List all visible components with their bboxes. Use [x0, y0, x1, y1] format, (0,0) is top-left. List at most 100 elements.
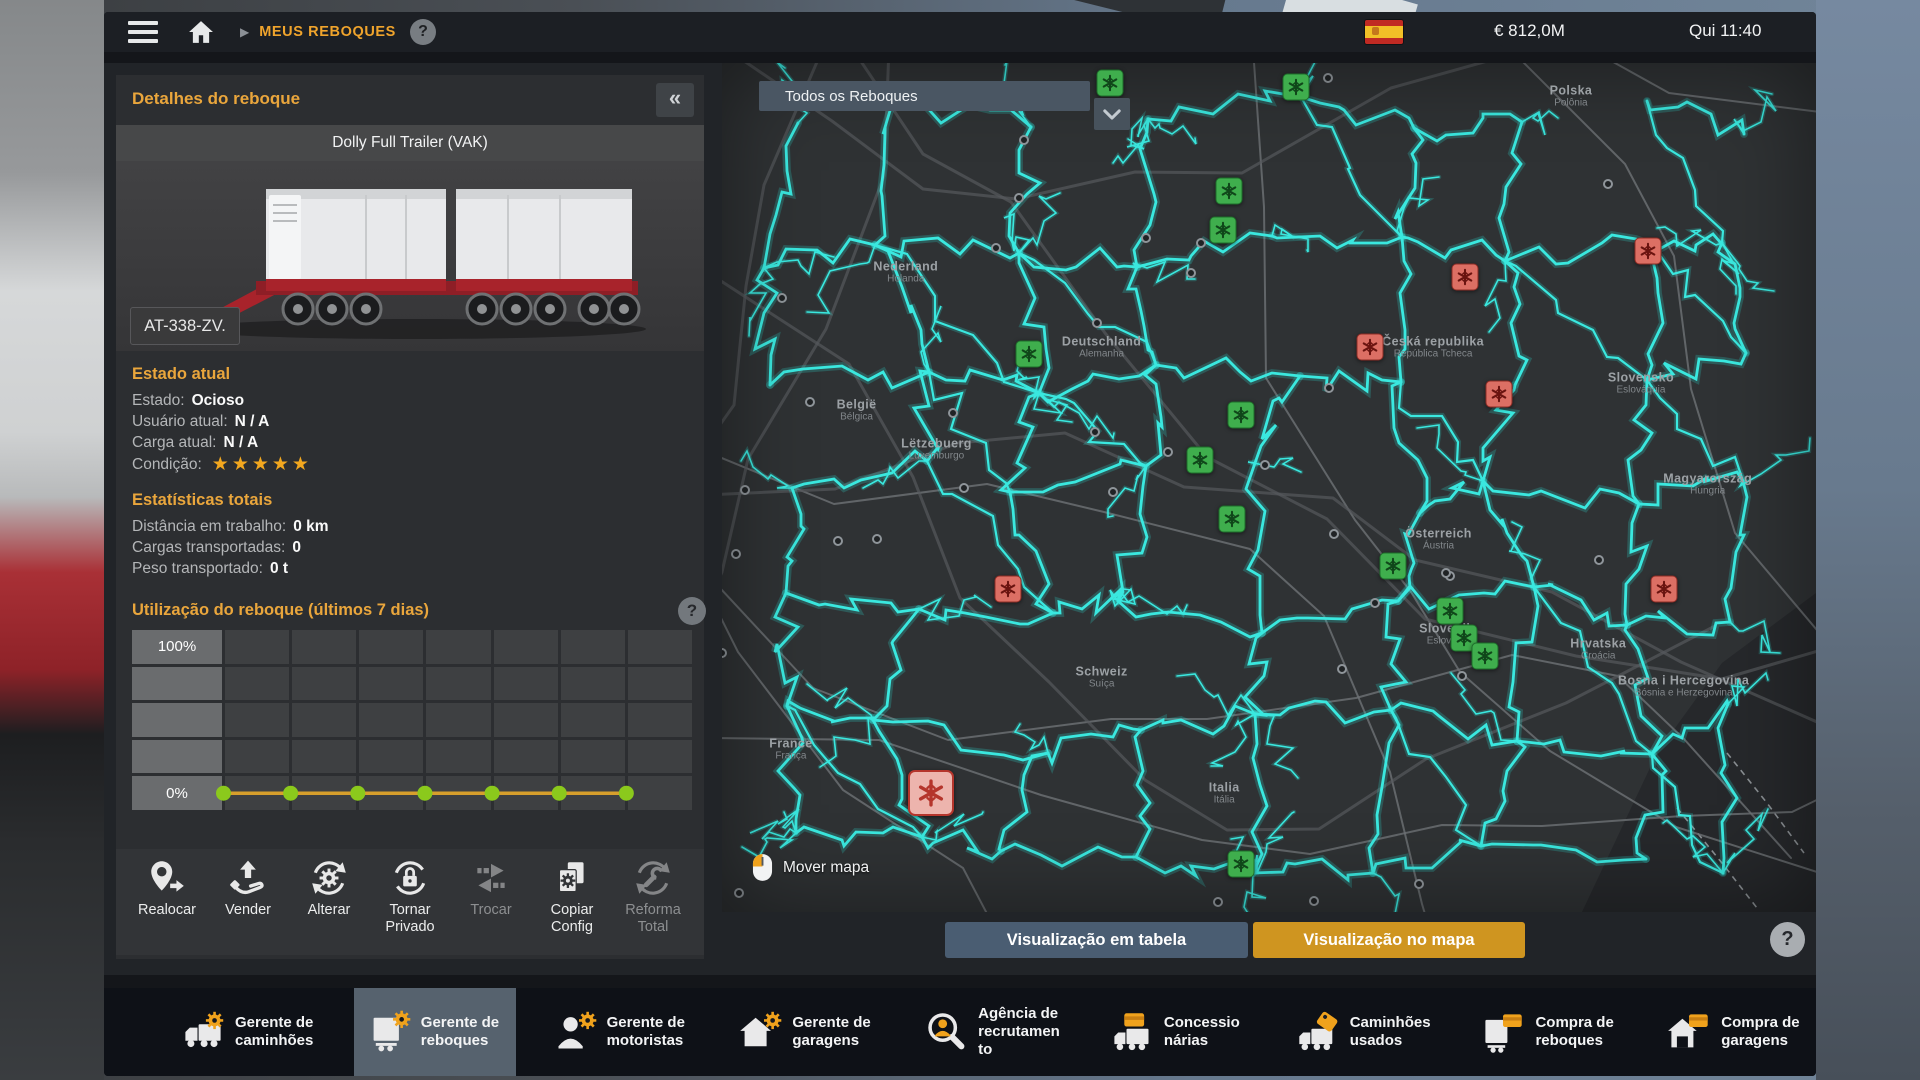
- trailer-purchase-icon: [1481, 1010, 1525, 1054]
- chart-cell: [292, 667, 356, 701]
- sell-icon: [227, 857, 269, 899]
- menu-button[interactable]: [128, 21, 158, 43]
- trailer-name: Dolly Full Trailer (VAK): [116, 125, 704, 161]
- trailer-marker-green[interactable]: [1097, 70, 1124, 97]
- collapse-panel-button[interactable]: «: [656, 83, 694, 117]
- nav-item-label: Gerente de reboques: [421, 1014, 503, 1050]
- nav-item-garage-manager[interactable]: Gerente de garagens: [725, 988, 887, 1076]
- copy-config-icon: [551, 857, 593, 899]
- nav-item-driver-manager[interactable]: Gerente de motoristas: [540, 988, 702, 1076]
- utilization-section: Utilização do reboque (últimos 7 dias) ?: [116, 601, 704, 620]
- trailer-marker-green[interactable]: [1471, 643, 1498, 670]
- info-label: Cargas transportadas:: [132, 537, 285, 558]
- trailer-marker-green[interactable]: [1016, 341, 1043, 368]
- map-canvas: [722, 63, 1816, 912]
- nav-item-recruitment[interactable]: Agência de recrutamento: [911, 988, 1073, 1076]
- trailer-marker-green[interactable]: [1227, 851, 1254, 878]
- trailer-marker-green[interactable]: [1283, 73, 1310, 100]
- chart-cell: [561, 667, 625, 701]
- nav-item-dealer[interactable]: Concessionárias: [1097, 988, 1259, 1076]
- action-label: Realocar: [138, 902, 196, 919]
- map-view-button[interactable]: Visualização no mapa: [1253, 922, 1525, 958]
- spain-flag-icon: [1365, 20, 1403, 44]
- nav-item-garage-purchase[interactable]: Compra de garagens: [1654, 988, 1816, 1076]
- chart-cell: [359, 740, 423, 774]
- section-title-stats: Estatísticas totais: [132, 491, 688, 510]
- chart-cell: [225, 667, 289, 701]
- license-plate: AT-338-ZV.: [130, 307, 240, 345]
- action-lock-button[interactable]: Tornar Privado: [371, 857, 449, 949]
- chart-axis-cell: [132, 740, 222, 774]
- swap-icon: [470, 857, 512, 899]
- trailer-marker-green[interactable]: [1210, 217, 1237, 244]
- nav-item-trailer-manager[interactable]: Gerente de reboques: [354, 988, 516, 1076]
- modify-icon: [308, 857, 350, 899]
- trailer-marker-green[interactable]: [1227, 402, 1254, 429]
- bottom-nav: Gerente de caminhões Gerente de reboques…: [104, 988, 1816, 1076]
- garage-manager-icon: [738, 1010, 782, 1054]
- chart-cell: [628, 740, 692, 774]
- info-label: Distância em trabalho:: [132, 516, 286, 537]
- trailer-marker-green[interactable]: [1436, 597, 1463, 624]
- snowflake-icon: [1490, 386, 1507, 403]
- table-view-button[interactable]: Visualização em tabela: [945, 922, 1248, 958]
- trailer-marker-red[interactable]: [1485, 381, 1512, 408]
- action-sell-button[interactable]: Vender: [209, 857, 287, 949]
- chart-cell: [426, 776, 490, 810]
- action-label: Tornar Privado: [371, 902, 449, 936]
- snowflake-icon: [1223, 510, 1240, 527]
- breadcrumb-help-button[interactable]: ?: [410, 19, 436, 45]
- info-row: Distância em trabalho:0 km: [132, 516, 688, 537]
- chart-cell: [494, 776, 558, 810]
- trailer-marker-red[interactable]: [1451, 263, 1478, 290]
- snowflake-icon: [1361, 338, 1378, 355]
- trailer-marker-green[interactable]: [1215, 178, 1242, 205]
- nav-item-label: Concessionárias: [1164, 1014, 1246, 1050]
- panel-title: Detalhes do reboque: [132, 89, 300, 109]
- nav-item-label: Compra de garagens: [1721, 1014, 1803, 1050]
- nav-item-label: Gerente de caminhões: [235, 1014, 317, 1050]
- background-sky: [1816, 0, 1920, 1080]
- info-row: Estado:Ocioso: [132, 390, 688, 411]
- nav-item-trailer-purchase[interactable]: Compra de reboques: [1468, 988, 1630, 1076]
- nav-item-used-trucks[interactable]: Caminhões usados: [1283, 988, 1445, 1076]
- trailer-marker-green[interactable]: [1379, 552, 1406, 579]
- trailer-marker-red[interactable]: [1650, 576, 1677, 603]
- chart-cell: [359, 703, 423, 737]
- trailer-marker-red[interactable]: [1356, 333, 1383, 360]
- trailer-marker-green[interactable]: [1218, 505, 1245, 532]
- utilization-title: Utilização do reboque (últimos 7 dias): [132, 601, 688, 620]
- chart-cell: [292, 703, 356, 737]
- trailer-manager-icon: [367, 1010, 411, 1054]
- trailer-filter-dropdown[interactable]: Todos os Reboques: [759, 81, 1090, 111]
- trailer-marker-red[interactable]: [994, 576, 1021, 603]
- condition-row: Condição: ★★★★★: [132, 453, 688, 477]
- section-title-estado: Estado atual: [132, 365, 688, 384]
- breadcrumb-arrow-icon: ▶: [240, 25, 249, 39]
- snowflake-icon: [1232, 407, 1249, 424]
- nav-item-truck-manager[interactable]: Gerente de caminhões: [168, 988, 330, 1076]
- action-modify-button[interactable]: Alterar: [290, 857, 368, 949]
- panel-header: Detalhes do reboque «: [116, 75, 704, 125]
- chart-cell: [225, 740, 289, 774]
- map-help-button[interactable]: ?: [1770, 922, 1805, 957]
- trailer-marker-selected[interactable]: [908, 770, 954, 816]
- chart-cell: [494, 630, 558, 664]
- trailer-marker-green[interactable]: [1187, 447, 1214, 474]
- utilization-help-button[interactable]: ?: [678, 597, 706, 625]
- info-value: 0 t: [270, 558, 288, 579]
- chart-cell: [628, 776, 692, 810]
- chart-cell: [292, 776, 356, 810]
- dropdown-expand-button[interactable]: [1094, 98, 1130, 130]
- trailer-marker-red[interactable]: [1634, 237, 1661, 264]
- background-truck-scene: [0, 0, 104, 1080]
- action-copy-config-button[interactable]: Copiar Config: [533, 857, 611, 949]
- map-view[interactable]: Nederland HolandaDeutschland AlemanhaBel…: [722, 63, 1816, 912]
- total-stats-section: Estatísticas totais Distância em trabalh…: [116, 491, 704, 579]
- info-value: N / A: [235, 411, 270, 432]
- breadcrumb: MEUS REBOQUES: [259, 24, 396, 40]
- action-relocate-button[interactable]: Realocar: [128, 857, 206, 949]
- trailer-details-panel: Detalhes do reboque « Dolly Full Trailer…: [116, 75, 704, 959]
- action-label: Copiar Config: [533, 902, 611, 936]
- home-button[interactable]: [184, 18, 218, 46]
